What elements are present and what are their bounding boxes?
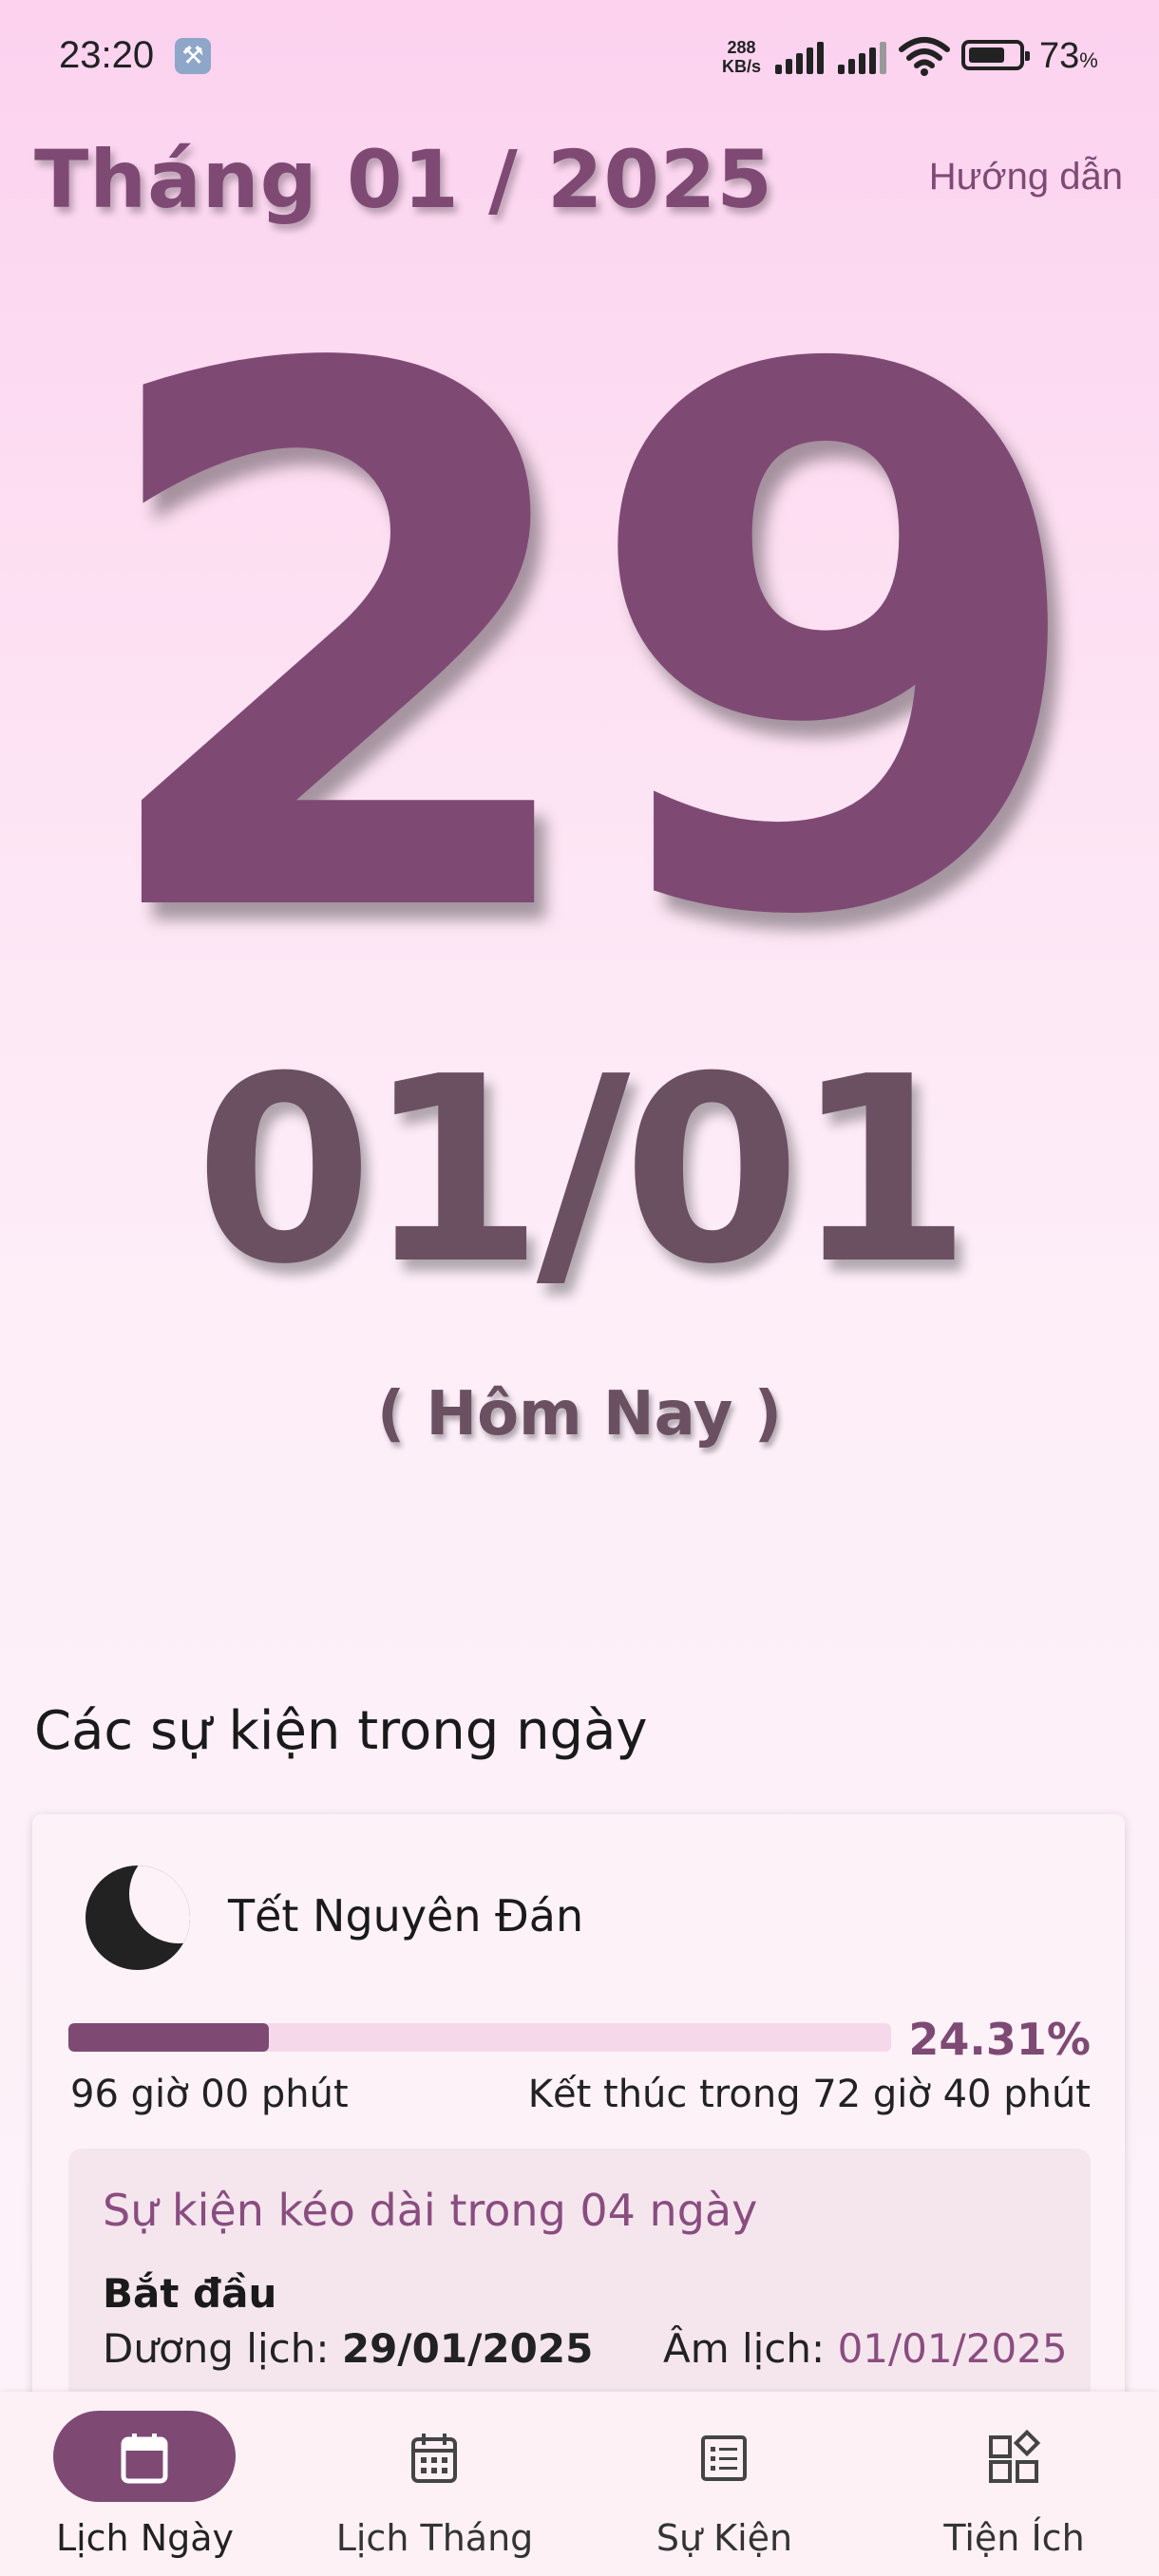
today-label: ( Hôm Nay ): [376, 1379, 783, 1449]
status-time: 23:20: [59, 34, 155, 76]
lunar-date-label: Âm lịch:: [663, 2325, 826, 2372]
network-speed-value: 288: [727, 38, 756, 57]
battery-percent: 73%: [1039, 36, 1098, 76]
solar-date-label: Dương lịch:: [103, 2325, 330, 2372]
nav-item-daily-calendar[interactable]: Lịch Ngày: [0, 2392, 290, 2576]
moon-icon: [86, 1866, 190, 1970]
wrench-icon: ⚒: [175, 38, 211, 74]
event-lunar-date-line: Âm lịch: 01/01/2025: [663, 2325, 1068, 2372]
event-start-label: Bắt đầu: [103, 2270, 277, 2317]
nav-label: Tiện Ích: [943, 2517, 1085, 2559]
widgets-icon: [989, 2430, 1041, 2483]
event-solar-date-line: Dương lịch: 29/01/2025: [103, 2325, 593, 2372]
battery-icon: [961, 40, 1030, 70]
wifi-icon: [899, 37, 950, 76]
event-remaining: Kết thúc trong 72 giờ 40 phút: [527, 2073, 1091, 2116]
signal-icon-2: [838, 40, 889, 74]
events-section-title: Các sự kiện trong ngày: [34, 1700, 648, 1762]
nav-item-utilities[interactable]: Tiện Ích: [869, 2392, 1159, 2576]
network-speed-unit: KB/s: [722, 57, 762, 76]
event-progress-percent: 24.31%: [908, 2014, 1091, 2065]
signal-icon: [775, 40, 826, 74]
month-title[interactable]: Tháng 01 / 2025: [34, 133, 773, 226]
event-list-icon: [701, 2435, 747, 2481]
event-name: Tết Nguyên Đán: [228, 1890, 584, 1941]
bottom-navigation: Lịch Ngày Lịch Tháng Sự Kiện Tiện Ích: [0, 2392, 1159, 2576]
solar-date-value: 29/01/2025: [341, 2325, 594, 2372]
calendar-icon: [121, 2434, 168, 2484]
nav-label: Lịch Tháng: [335, 2517, 534, 2559]
event-duration: Sự kiện kéo dài trong 04 ngày: [103, 2185, 758, 2236]
guide-link[interactable]: Hướng dẫn: [929, 156, 1123, 199]
status-bar: 23:20 ⚒ 288 KB/s 73%: [0, 0, 1159, 114]
nav-label: Sự Kiện: [656, 2517, 793, 2559]
network-speed: 288 KB/s: [722, 38, 761, 76]
event-elapsed: 96 giờ 00 phút: [70, 2073, 349, 2116]
lunar-date-value: 01/01/2025: [837, 2325, 1068, 2372]
solar-day-number[interactable]: 29: [0, 275, 1159, 1016]
calendar-month-icon: [411, 2434, 457, 2483]
nav-item-events[interactable]: Sự Kiện: [580, 2392, 869, 2576]
event-progress-fill: [68, 2023, 269, 2052]
lunar-date: 01/01: [194, 1021, 972, 1320]
nav-label: Lịch Ngày: [55, 2517, 235, 2559]
nav-item-monthly-calendar[interactable]: Lịch Tháng: [290, 2392, 580, 2576]
event-progress-bar: [68, 2023, 891, 2052]
